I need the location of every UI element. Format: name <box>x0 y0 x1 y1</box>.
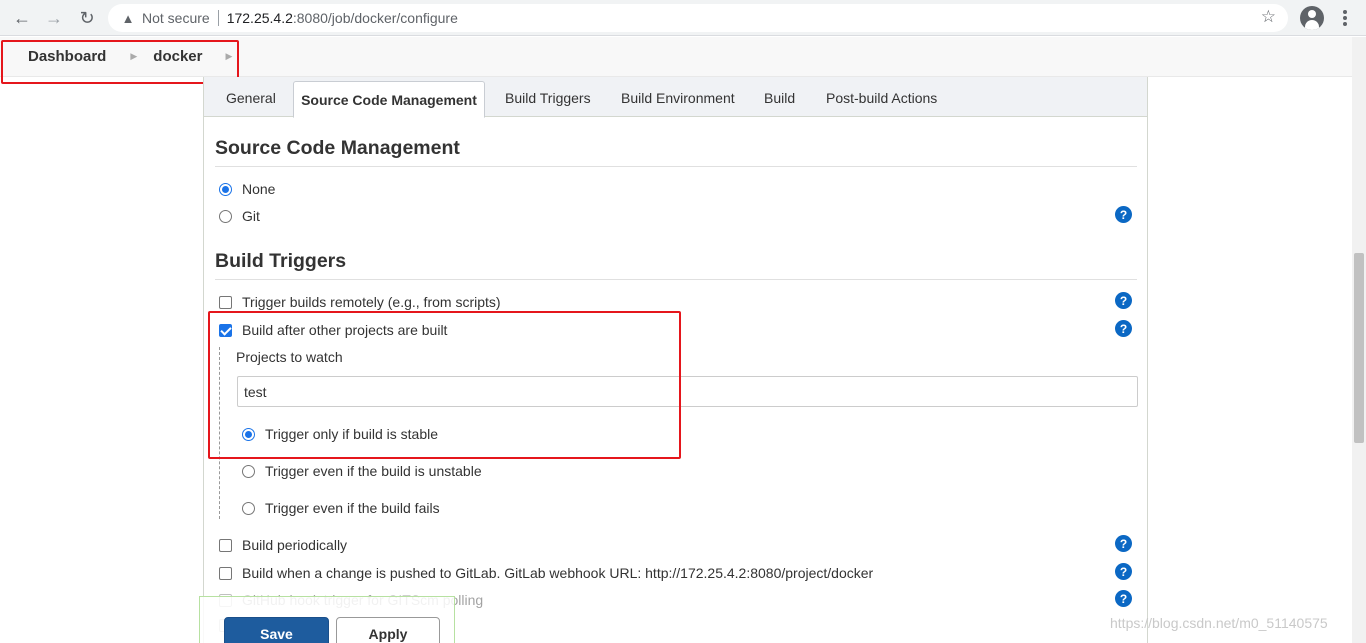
browser-toolbar: ← → ↻ ▲ Not secure 172.25.4.2:8080/job/d… <box>0 0 1366 36</box>
tab-source-code-management[interactable]: Source Code Management <box>293 81 485 118</box>
url-host[interactable]: 172.25.4.2 <box>227 10 293 26</box>
forward-arrow-icon[interactable]: → <box>42 6 66 30</box>
scm-option-git[interactable]: Git <box>219 208 260 224</box>
tab-build-environment[interactable]: Build Environment <box>621 90 735 106</box>
help-icon[interactable]: ? <box>1115 535 1132 552</box>
star-icon[interactable]: ☆ <box>1261 7 1276 27</box>
scm-option-none[interactable]: None <box>219 181 275 197</box>
section-title-scm: Source Code Management <box>215 137 1137 167</box>
reload-icon[interactable]: ↻ <box>75 6 99 30</box>
help-icon[interactable]: ? <box>1115 590 1132 607</box>
build-periodically-option[interactable]: Build periodically <box>219 537 347 553</box>
trigger-remote-checkbox[interactable] <box>219 295 232 309</box>
page-scrollbar[interactable] <box>1352 37 1366 643</box>
build-periodically-label: Build periodically <box>242 537 348 553</box>
tab-post-build-actions[interactable]: Post-build Actions <box>826 90 937 106</box>
trigger-unstable-radio[interactable] <box>242 464 255 478</box>
trigger-remote-option[interactable]: Trigger builds remotely (e.g., from scri… <box>219 294 501 310</box>
save-button[interactable]: Save <box>224 617 329 643</box>
annotation-highlight-build-after <box>208 311 681 459</box>
tab-general[interactable]: General <box>226 90 276 106</box>
config-tabbar: General Source Code Management Build Tri… <box>204 77 1147 118</box>
warning-icon[interactable]: ▲ <box>120 10 136 26</box>
scm-git-radio[interactable] <box>219 209 232 223</box>
tab-build[interactable]: Build <box>764 90 795 106</box>
trigger-unstable-label: Trigger even if the build is unstable <box>265 463 482 479</box>
scm-none-radio[interactable] <box>219 182 232 196</box>
trigger-remote-label: Trigger builds remotely (e.g., from scri… <box>242 294 501 310</box>
trigger-fails-option[interactable]: Trigger even if the build fails <box>242 500 440 516</box>
build-periodically-checkbox[interactable] <box>219 538 232 552</box>
gitlab-push-label: Build when a change is pushed to GitLab.… <box>242 565 874 581</box>
help-icon[interactable]: ? <box>1115 292 1132 309</box>
scm-none-label: None <box>242 181 276 197</box>
scm-git-label: Git <box>242 208 260 224</box>
scroll-thumb[interactable] <box>1354 253 1364 443</box>
trigger-fails-radio[interactable] <box>242 501 255 515</box>
omnibox-divider <box>217 10 219 26</box>
trigger-fails-label: Trigger even if the build fails <box>265 500 440 516</box>
address-bar[interactable]: ▲ Not secure 172.25.4.2:8080/job/docker/… <box>108 4 1288 32</box>
gitlab-push-checkbox[interactable] <box>219 566 232 580</box>
trigger-unstable-option[interactable]: Trigger even if the build is unstable <box>242 463 482 479</box>
account-icon[interactable] <box>1300 6 1324 30</box>
menu-icon[interactable] <box>1335 8 1355 28</box>
back-arrow-icon[interactable]: ← <box>10 6 34 30</box>
watermark: https://blog.csdn.net/m0_51140575 <box>1110 615 1328 631</box>
url-path[interactable]: :8080/job/docker/configure <box>293 10 458 26</box>
section-title-build-triggers: Build Triggers <box>215 250 1137 280</box>
help-icon[interactable]: ? <box>1115 206 1132 223</box>
help-icon[interactable]: ? <box>1115 320 1132 337</box>
apply-button[interactable]: Apply <box>336 617 440 643</box>
help-icon[interactable]: ? <box>1115 563 1132 580</box>
tab-build-triggers[interactable]: Build Triggers <box>505 90 591 106</box>
security-label[interactable]: Not secure <box>142 10 210 26</box>
gitlab-push-option[interactable]: Build when a change is pushed to GitLab.… <box>219 565 873 581</box>
